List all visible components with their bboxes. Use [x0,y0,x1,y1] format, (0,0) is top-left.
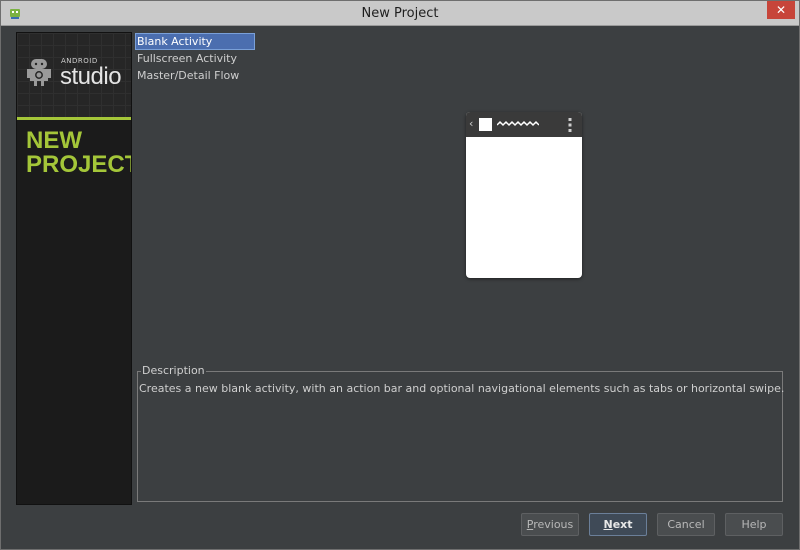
page-title-line1: NEW [26,127,82,154]
new-project-window: New Project ✕ ANDROID studio NEW PROJECT [0,0,800,550]
previous-label: revious [533,518,574,531]
window-title: New Project [361,6,439,21]
help-button[interactable]: Help [725,513,783,536]
preview-action-bar: ‹ [466,112,582,137]
description-text: Creates a new blank activity, with an ac… [139,382,785,395]
android-robot-icon [27,59,51,86]
cancel-button[interactable]: Cancel [657,513,715,536]
activity-template-list: Blank Activity Fullscreen Activity Maste… [135,33,255,84]
page-title-line2: PROJECT [26,151,132,178]
title-bar[interactable]: New Project ✕ [1,1,799,26]
activity-item-master-detail[interactable]: Master/Detail Flow [135,67,255,84]
title-squiggle-icon [497,120,539,127]
description-legend: Description [141,364,206,377]
page-title: NEW PROJECT [26,127,132,178]
activity-item-fullscreen[interactable]: Fullscreen Activity [135,50,255,67]
app-icon [479,118,492,131]
next-button[interactable]: Next [589,513,647,536]
logo-studio-text: studio [60,63,122,90]
description-panel: Description Creates a new blank activity… [137,365,785,502]
close-button[interactable]: ✕ [767,1,795,19]
next-mnemonic: N [603,518,613,531]
sidebar: ANDROID studio NEW PROJECT [16,32,132,505]
android-studio-logo: ANDROID studio [17,33,131,117]
accent-divider [17,117,131,120]
chevron-left-icon: ‹ [469,117,474,130]
activity-item-blank[interactable]: Blank Activity [135,33,255,50]
activity-preview: ‹ [466,112,582,278]
overflow-menu-icon [568,118,572,132]
previous-button[interactable]: Previous [521,513,579,536]
next-label: ext [612,518,633,531]
